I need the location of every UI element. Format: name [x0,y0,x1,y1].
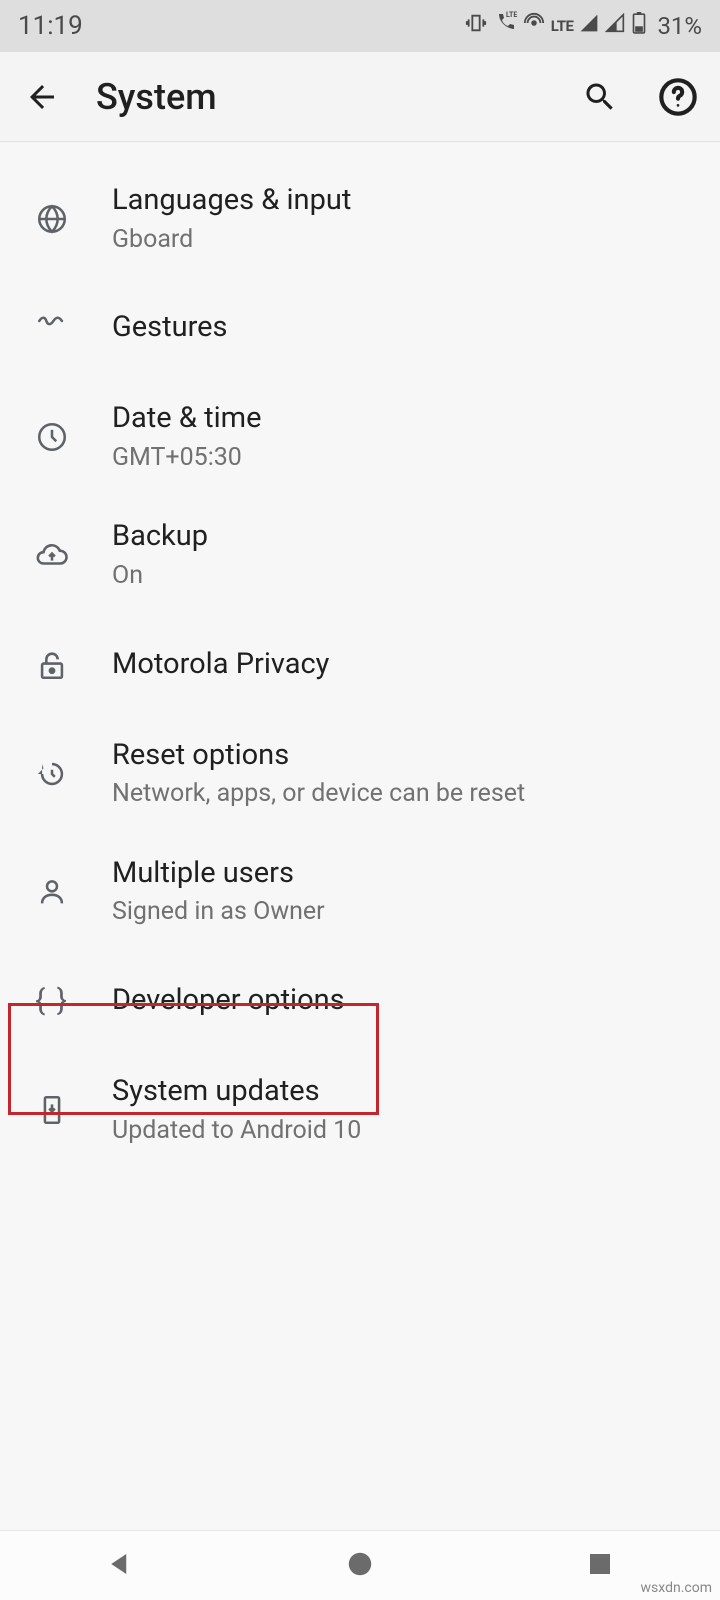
item-motorola-privacy[interactable]: Motorola Privacy [0,615,720,715]
item-subtitle: Network, apps, or device can be reset [112,778,525,811]
item-title: Backup [112,518,208,556]
item-gestures[interactable]: Gestures [0,278,720,378]
navigation-bar [0,1530,720,1600]
item-title: Motorola Privacy [112,646,329,684]
item-languages-input[interactable]: Languages & input Gboard [0,160,720,278]
back-button[interactable] [18,73,66,121]
battery-icon [631,12,647,40]
item-title: Developer options [112,982,345,1020]
status-time: 11:19 [18,11,83,41]
item-title: System updates [112,1073,361,1111]
app-bar: System [0,52,720,142]
item-title: Multiple users [112,855,325,893]
item-multiple-users[interactable]: Multiple users Signed in as Owner [0,833,720,951]
item-system-updates[interactable]: System updates Updated to Android 10 [0,1051,720,1169]
item-developer-options[interactable]: { } Developer options [0,951,720,1051]
signal-icon-2 [605,13,625,39]
battery-percentage: 31% [657,12,702,40]
braces-icon: { } [22,983,82,1018]
hotspot-icon [523,12,545,40]
svg-text:LTE: LTE [506,11,517,19]
page-title: System [96,76,546,118]
item-subtitle: Signed in as Owner [112,896,325,929]
volte-icon: LTE [493,11,517,41]
item-title: Gestures [112,309,227,347]
nav-home-button[interactable] [345,1549,375,1583]
help-button[interactable] [654,73,702,121]
search-button[interactable] [576,73,624,121]
nav-back-button[interactable] [105,1549,135,1583]
item-title: Date & time [112,400,261,438]
cloud-upload-icon [22,538,82,572]
settings-list: Languages & input Gboard Gestures Date &… [0,142,720,1169]
status-bar: 11:19 LTE LTE 31% [0,0,720,52]
item-title: Languages & input [112,182,351,220]
signal-icon [579,13,599,39]
phone-download-icon [22,1093,82,1127]
item-date-time[interactable]: Date & time GMT+05:30 [0,378,720,496]
item-backup[interactable]: Backup On [0,496,720,614]
watermark: wsxdn.com [641,1580,712,1596]
item-subtitle: Gboard [112,224,351,257]
globe-icon [22,202,82,236]
item-subtitle: Updated to Android 10 [112,1115,361,1148]
person-icon [22,875,82,909]
nav-recent-button[interactable] [585,1549,615,1583]
lte-indicator: LTE [551,17,574,35]
unlock-icon [22,648,82,682]
status-icons: LTE LTE 31% [465,11,702,41]
item-reset-options[interactable]: Reset options Network, apps, or device c… [0,715,720,833]
item-title: Reset options [112,737,525,775]
reset-icon [22,757,82,791]
clock-icon [22,420,82,454]
item-subtitle: GMT+05:30 [112,442,261,475]
vibrate-icon [465,12,487,40]
gesture-icon [22,311,82,345]
item-subtitle: On [112,560,208,593]
